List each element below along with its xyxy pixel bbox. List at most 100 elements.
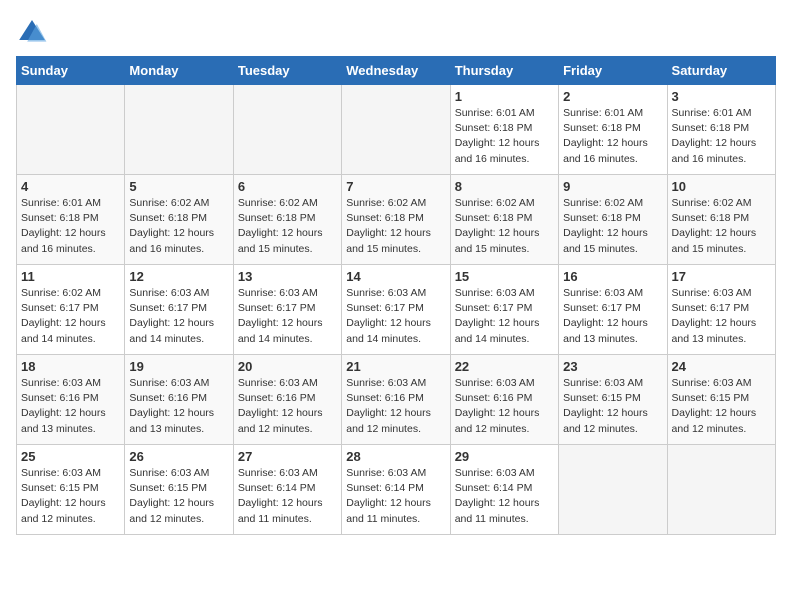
day-info: Sunrise: 6:02 AM Sunset: 6:17 PM Dayligh…	[21, 286, 120, 347]
day-number: 27	[238, 449, 337, 464]
day-number: 22	[455, 359, 554, 374]
day-info: Sunrise: 6:02 AM Sunset: 6:18 PM Dayligh…	[672, 196, 771, 257]
day-number: 12	[129, 269, 228, 284]
day-info: Sunrise: 6:01 AM Sunset: 6:18 PM Dayligh…	[672, 106, 771, 167]
calendar-cell: 24 Sunrise: 6:03 AM Sunset: 6:15 PM Dayli…	[667, 355, 775, 445]
day-number: 8	[455, 179, 554, 194]
calendar-cell: 11 Sunrise: 6:02 AM Sunset: 6:17 PM Dayli…	[17, 265, 125, 355]
calendar-cell: 23 Sunrise: 6:03 AM Sunset: 6:15 PM Dayli…	[559, 355, 667, 445]
day-info: Sunrise: 6:01 AM Sunset: 6:18 PM Dayligh…	[563, 106, 662, 167]
calendar-cell: 22 Sunrise: 6:03 AM Sunset: 6:16 PM Dayli…	[450, 355, 558, 445]
calendar-cell: 6 Sunrise: 6:02 AM Sunset: 6:18 PM Daylig…	[233, 175, 341, 265]
calendar-cell: 16Sunrise: 6:03 AM Sunset: 6:17 PM Dayli…	[559, 265, 667, 355]
day-number: 15	[455, 269, 554, 284]
header-day-sunday: Sunday	[17, 57, 125, 85]
day-info: Sunrise: 6:03 AM Sunset: 6:17 PM Dayligh…	[346, 286, 445, 347]
day-info: Sunrise: 6:03 AM Sunset: 6:15 PM Dayligh…	[563, 376, 662, 437]
calendar-cell: 19Sunrise: 6:03 AM Sunset: 6:16 PM Dayli…	[125, 355, 233, 445]
calendar-cell: 27 Sunrise: 6:03 AM Sunset: 6:14 PM Dayli…	[233, 445, 341, 535]
day-info: Sunrise: 6:03 AM Sunset: 6:15 PM Dayligh…	[21, 466, 120, 527]
calendar-cell: 26 Sunrise: 6:03 AM Sunset: 6:15 PM Dayli…	[125, 445, 233, 535]
day-info: Sunrise: 6:03 AM Sunset: 6:15 PM Dayligh…	[672, 376, 771, 437]
calendar-cell: 1 Sunrise: 6:01 AM Sunset: 6:18 PM Daylig…	[450, 85, 558, 175]
calendar-header: SundayMondayTuesdayWednesdayThursdayFrid…	[17, 57, 776, 85]
calendar-table: SundayMondayTuesdayWednesdayThursdayFrid…	[16, 56, 776, 535]
calendar-cell	[559, 445, 667, 535]
logo	[16, 16, 52, 48]
calendar-cell: 20 Sunrise: 6:03 AM Sunset: 6:16 PM Dayli…	[233, 355, 341, 445]
day-number: 14	[346, 269, 445, 284]
day-info: Sunrise: 6:03 AM Sunset: 6:16 PM Dayligh…	[455, 376, 554, 437]
calendar-cell: 8Sunrise: 6:02 AM Sunset: 6:18 PM Daylig…	[450, 175, 558, 265]
calendar-cell: 7 Sunrise: 6:02 AM Sunset: 6:18 PM Daylig…	[342, 175, 450, 265]
day-number: 11	[21, 269, 120, 284]
day-number: 13	[238, 269, 337, 284]
calendar-cell: 29 Sunrise: 6:03 AM Sunset: 6:14 PM Dayli…	[450, 445, 558, 535]
header-row: SundayMondayTuesdayWednesdayThursdayFrid…	[17, 57, 776, 85]
day-number: 20	[238, 359, 337, 374]
day-info: Sunrise: 6:02 AM Sunset: 6:18 PM Dayligh…	[129, 196, 228, 257]
day-info: Sunrise: 6:03 AM Sunset: 6:16 PM Dayligh…	[129, 376, 228, 437]
day-info: Sunrise: 6:03 AM Sunset: 6:14 PM Dayligh…	[238, 466, 337, 527]
calendar-cell	[667, 445, 775, 535]
day-number: 25	[21, 449, 120, 464]
day-info: Sunrise: 6:01 AM Sunset: 6:18 PM Dayligh…	[21, 196, 120, 257]
day-number: 28	[346, 449, 445, 464]
header-day-thursday: Thursday	[450, 57, 558, 85]
day-info: Sunrise: 6:02 AM Sunset: 6:18 PM Dayligh…	[238, 196, 337, 257]
calendar-cell: 12 Sunrise: 6:03 AM Sunset: 6:17 PM Dayli…	[125, 265, 233, 355]
day-number: 7	[346, 179, 445, 194]
day-info: Sunrise: 6:03 AM Sunset: 6:14 PM Dayligh…	[455, 466, 554, 527]
day-number: 17	[672, 269, 771, 284]
calendar-cell: 2 Sunrise: 6:01 AM Sunset: 6:18 PM Daylig…	[559, 85, 667, 175]
calendar-cell: 17 Sunrise: 6:03 AM Sunset: 6:17 PM Dayli…	[667, 265, 775, 355]
calendar-cell: 21 Sunrise: 6:03 AM Sunset: 6:16 PM Dayli…	[342, 355, 450, 445]
calendar-cell: 4Sunrise: 6:01 AM Sunset: 6:18 PM Daylig…	[17, 175, 125, 265]
logo-icon	[16, 16, 48, 48]
day-number: 3	[672, 89, 771, 104]
day-number: 29	[455, 449, 554, 464]
day-info: Sunrise: 6:01 AM Sunset: 6:18 PM Dayligh…	[455, 106, 554, 167]
calendar-cell: 18 Sunrise: 6:03 AM Sunset: 6:16 PM Dayli…	[17, 355, 125, 445]
day-info: Sunrise: 6:03 AM Sunset: 6:17 PM Dayligh…	[672, 286, 771, 347]
header-day-wednesday: Wednesday	[342, 57, 450, 85]
calendar-cell: 3 Sunrise: 6:01 AM Sunset: 6:18 PM Daylig…	[667, 85, 775, 175]
day-number: 26	[129, 449, 228, 464]
calendar-body: 1 Sunrise: 6:01 AM Sunset: 6:18 PM Daylig…	[17, 85, 776, 535]
calendar-cell: 14 Sunrise: 6:03 AM Sunset: 6:17 PM Dayli…	[342, 265, 450, 355]
day-info: Sunrise: 6:03 AM Sunset: 6:16 PM Dayligh…	[21, 376, 120, 437]
day-number: 18	[21, 359, 120, 374]
day-number: 10	[672, 179, 771, 194]
day-number: 21	[346, 359, 445, 374]
day-number: 5	[129, 179, 228, 194]
calendar-cell	[342, 85, 450, 175]
calendar-cell: 28 Sunrise: 6:03 AM Sunset: 6:14 PM Dayli…	[342, 445, 450, 535]
week-row-1: 1 Sunrise: 6:01 AM Sunset: 6:18 PM Daylig…	[17, 85, 776, 175]
day-info: Sunrise: 6:03 AM Sunset: 6:17 PM Dayligh…	[129, 286, 228, 347]
calendar-cell: 25 Sunrise: 6:03 AM Sunset: 6:15 PM Dayli…	[17, 445, 125, 535]
day-info: Sunrise: 6:03 AM Sunset: 6:17 PM Dayligh…	[238, 286, 337, 347]
calendar-cell: 15 Sunrise: 6:03 AM Sunset: 6:17 PM Dayli…	[450, 265, 558, 355]
day-number: 1	[455, 89, 554, 104]
week-row-3: 11 Sunrise: 6:02 AM Sunset: 6:17 PM Dayli…	[17, 265, 776, 355]
day-info: Sunrise: 6:03 AM Sunset: 6:14 PM Dayligh…	[346, 466, 445, 527]
week-row-5: 25 Sunrise: 6:03 AM Sunset: 6:15 PM Dayli…	[17, 445, 776, 535]
header-day-monday: Monday	[125, 57, 233, 85]
day-number: 6	[238, 179, 337, 194]
day-info: Sunrise: 6:03 AM Sunset: 6:15 PM Dayligh…	[129, 466, 228, 527]
day-info: Sunrise: 6:03 AM Sunset: 6:16 PM Dayligh…	[346, 376, 445, 437]
day-info: Sunrise: 6:03 AM Sunset: 6:16 PM Dayligh…	[238, 376, 337, 437]
day-number: 23	[563, 359, 662, 374]
week-row-2: 4Sunrise: 6:01 AM Sunset: 6:18 PM Daylig…	[17, 175, 776, 265]
calendar-cell: 13 Sunrise: 6:03 AM Sunset: 6:17 PM Dayli…	[233, 265, 341, 355]
day-info: Sunrise: 6:02 AM Sunset: 6:18 PM Dayligh…	[346, 196, 445, 257]
day-number: 2	[563, 89, 662, 104]
day-info: Sunrise: 6:03 AM Sunset: 6:17 PM Dayligh…	[455, 286, 554, 347]
day-number: 9	[563, 179, 662, 194]
day-info: Sunrise: 6:02 AM Sunset: 6:18 PM Dayligh…	[563, 196, 662, 257]
week-row-4: 18 Sunrise: 6:03 AM Sunset: 6:16 PM Dayli…	[17, 355, 776, 445]
calendar-cell: 9 Sunrise: 6:02 AM Sunset: 6:18 PM Daylig…	[559, 175, 667, 265]
day-number: 24	[672, 359, 771, 374]
calendar-cell: 10 Sunrise: 6:02 AM Sunset: 6:18 PM Dayli…	[667, 175, 775, 265]
calendar-cell	[125, 85, 233, 175]
